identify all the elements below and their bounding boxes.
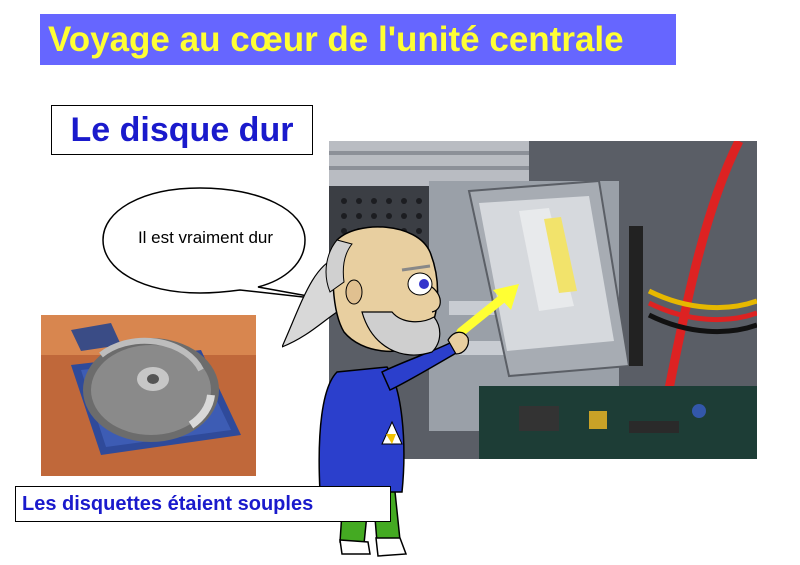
floppy-disk-photo bbox=[41, 315, 256, 476]
speech-bubble-text: Il est vraiment dur bbox=[137, 228, 274, 247]
slide-title: Voyage au cœur de l'unité centrale bbox=[48, 19, 624, 59]
floppy-caption: Les disquettes étaient souples bbox=[22, 492, 314, 515]
subtitle-box: Le disque dur bbox=[51, 105, 313, 155]
caption-box: Les disquettes étaient souples bbox=[15, 486, 391, 522]
slide-subtitle: Le disque dur bbox=[70, 110, 294, 149]
title-banner: Voyage au cœur de l'unité centrale bbox=[40, 14, 676, 65]
